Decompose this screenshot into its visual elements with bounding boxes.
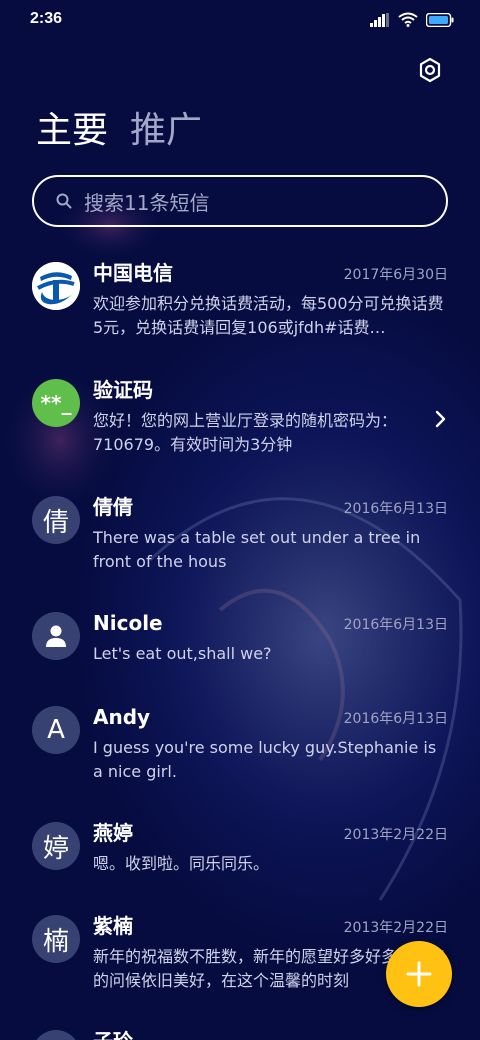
message-preview: I guess you're some lucky guy.Stephanie … bbox=[93, 738, 437, 781]
avatar bbox=[32, 262, 80, 310]
contact-name: 燕婷 bbox=[93, 821, 133, 845]
message-date: 2016年6月13日 bbox=[343, 617, 448, 633]
contact-name: 子玲 bbox=[93, 1030, 133, 1040]
search-icon bbox=[56, 193, 72, 209]
settings-button[interactable] bbox=[416, 56, 444, 84]
conversation-item[interactable]: A Andy 2016年6月13日 I guess you're some lu… bbox=[0, 705, 480, 816]
message-date: 2016年6月13日 bbox=[343, 711, 448, 727]
avatar: 玲 bbox=[32, 1030, 80, 1040]
conversation-item[interactable]: 玲 子玲 bbox=[0, 1030, 480, 1040]
person-icon bbox=[46, 625, 66, 647]
search-placeholder: 搜索11条短信 bbox=[84, 190, 210, 215]
avatar: 婷 bbox=[32, 822, 80, 870]
avatar: **_ bbox=[32, 379, 80, 427]
contact-name: Andy bbox=[93, 705, 151, 729]
avatar: 倩 bbox=[32, 496, 80, 544]
plus-icon bbox=[406, 961, 432, 987]
china-telecom-logo-icon bbox=[32, 262, 80, 310]
search-input[interactable]: 搜索11条短信 bbox=[32, 175, 448, 227]
contact-name: 倩倩 bbox=[93, 495, 133, 519]
message-date: 2013年2月22日 bbox=[343, 827, 448, 843]
message-preview: 您好！您的网上营业厅登录的随机密码为：710679。有效时间为3分钟 bbox=[93, 411, 398, 454]
tab-promotions[interactable]: 推广 bbox=[130, 108, 202, 154]
conversation-item[interactable]: 倩 倩倩 2016年6月13日 There was a table set ou… bbox=[0, 495, 480, 606]
contact-name: 中国电信 bbox=[93, 261, 173, 285]
message-date: 2013年2月22日 bbox=[343, 920, 448, 936]
contact-name: 验证码 bbox=[93, 378, 153, 402]
signal-icon bbox=[370, 12, 389, 27]
conversation-item[interactable]: 中国电信 2017年6月30日 欢迎参加积分兑换话费活动，每500分可兑换话费5… bbox=[0, 261, 480, 372]
avatar bbox=[32, 612, 80, 660]
avatar: 楠 bbox=[32, 915, 80, 963]
battery-icon bbox=[426, 12, 454, 27]
contact-name: Nicole bbox=[93, 611, 163, 635]
conversation-item[interactable]: **_ 验证码 您好！您的网上营业厅登录的随机密码为：710679。有效时间为3… bbox=[0, 378, 480, 489]
status-bar: 2:36 bbox=[0, 0, 480, 40]
settings-icon bbox=[419, 57, 441, 83]
message-preview: Let's eat out,shall we? bbox=[93, 644, 272, 663]
new-message-button[interactable] bbox=[386, 941, 452, 1007]
chevron-right-icon bbox=[435, 410, 446, 428]
contact-name: 紫楠 bbox=[93, 914, 133, 938]
message-preview: There was a table set out under a tree i… bbox=[93, 528, 421, 571]
message-date: 2017年6月30日 bbox=[343, 267, 448, 283]
message-date: 2016年6月13日 bbox=[343, 501, 448, 517]
tab-primary[interactable]: 主要 bbox=[36, 108, 108, 154]
tab-bar: 主要 推广 bbox=[36, 108, 202, 154]
message-preview: 欢迎参加积分兑换话费活动，每500分可兑换话费5元，兑换话费请回复106或jfd… bbox=[93, 294, 444, 337]
status-time: 2:36 bbox=[30, 10, 63, 27]
wifi-icon bbox=[398, 12, 418, 27]
avatar: A bbox=[32, 706, 80, 754]
message-preview: 嗯。收到啦。同乐同乐。 bbox=[93, 854, 270, 873]
